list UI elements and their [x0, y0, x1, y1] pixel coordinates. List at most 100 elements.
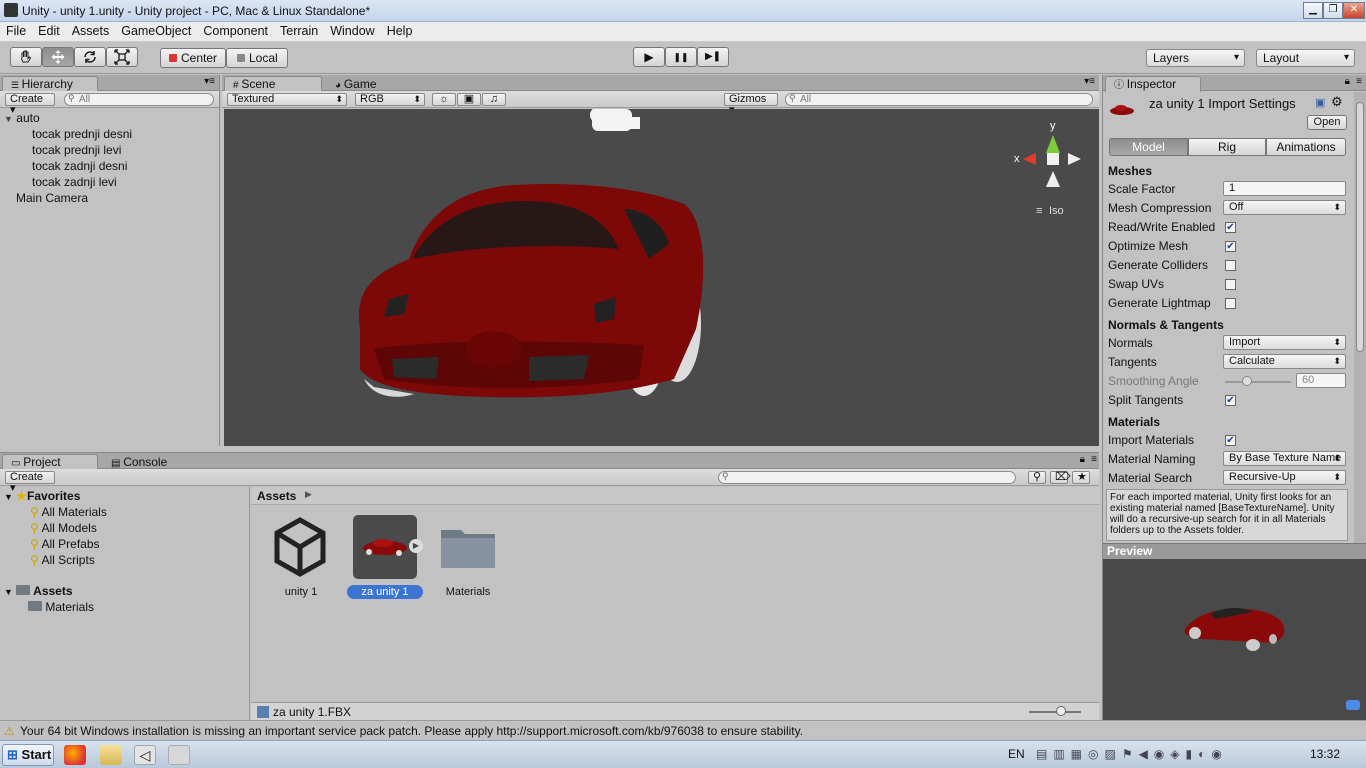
explorer-icon[interactable] [100, 745, 122, 765]
favorite-all-scripts[interactable]: ⚲ All Scripts [30, 553, 95, 567]
layers-dropdown[interactable]: Layers [1146, 49, 1245, 67]
scale-factor-field[interactable]: 1 [1223, 181, 1346, 196]
swap-uvs-checkbox[interactable] [1225, 279, 1236, 290]
generate-lightmap-checkbox[interactable] [1225, 298, 1236, 309]
expand-arrow-icon[interactable]: ▼ [4, 114, 13, 124]
favorite-all-materials[interactable]: ⚲ All Materials [30, 505, 107, 519]
filter-type-icon[interactable]: ⚲ [1028, 471, 1046, 484]
menu-help[interactable]: Help [381, 22, 419, 40]
split-tangents-checkbox[interactable]: ✔ [1225, 395, 1236, 406]
tab-model[interactable]: Model [1109, 138, 1188, 156]
lock-icon[interactable]: 🔒︎ [1345, 76, 1350, 87]
favorite-star-icon[interactable]: ★ [1072, 471, 1090, 484]
status-message[interactable]: Your 64 bit Windows installation is miss… [20, 721, 803, 741]
gear-icon[interactable]: ⚙ [1331, 94, 1343, 110]
inspector-scrollbar-thumb[interactable] [1356, 102, 1364, 352]
projection-label[interactable]: Iso [1049, 205, 1064, 217]
read-write-checkbox[interactable]: ✔ [1225, 222, 1236, 233]
draw-mode-dropdown[interactable]: Textured ⬍ [227, 93, 347, 106]
tab-project[interactable]: ▭ Project [2, 454, 98, 470]
system-tray-icons[interactable]: ▤▥▦◎▨⚑◀◉◈▮◐◉ [1036, 747, 1228, 761]
material-search-dropdown[interactable]: Recursive-Up [1223, 470, 1346, 485]
import-materials-checkbox[interactable]: ✔ [1225, 435, 1236, 446]
tree-item-main-camera[interactable]: Main Camera [16, 191, 88, 205]
scale-tool-icon[interactable] [106, 47, 138, 67]
tab-inspector[interactable]: ⓘ Inspector [1105, 76, 1201, 92]
tab-game[interactable]: ◕ Game [326, 76, 398, 91]
inspector-scrollbar[interactable] [1354, 92, 1366, 552]
expand-arrow-icon[interactable]: ▼ [4, 492, 13, 502]
tab-scene[interactable]: # Scene [224, 76, 322, 92]
icon-size-slider-thumb[interactable] [1056, 706, 1066, 716]
tree-item-wheel-rr[interactable]: tocak zadnji desni [32, 159, 127, 173]
tab-console[interactable]: ▤ Console [102, 454, 182, 469]
close-button[interactable]: ✕ [1343, 2, 1365, 19]
tree-item-wheel-fr[interactable]: tocak prednji desni [32, 127, 132, 141]
menu-window[interactable]: Window [324, 22, 380, 40]
optimize-mesh-checkbox[interactable]: ✔ [1225, 241, 1236, 252]
hand-tool-icon[interactable] [10, 47, 42, 67]
tab-hierarchy[interactable]: ☰ Hierarchy [2, 76, 98, 92]
menu-terrain[interactable]: Terrain [274, 22, 324, 40]
taskbar-clock[interactable]: 13:32 [1310, 747, 1340, 761]
filter-label-icon[interactable]: ⌦ [1050, 471, 1071, 484]
maximize-button[interactable]: ❐ [1323, 2, 1343, 19]
tab-animations[interactable]: Animations [1266, 138, 1346, 156]
panel-menu-icon[interactable]: ▾≡ [204, 76, 215, 87]
material-naming-dropdown[interactable]: By Base Texture Name [1223, 451, 1346, 466]
hierarchy-create-button[interactable]: Create ▾ [5, 93, 55, 116]
space-local-button[interactable]: Local [226, 48, 288, 68]
generate-colliders-checkbox[interactable] [1225, 260, 1236, 271]
project-create-button[interactable]: Create ▾ [5, 471, 55, 494]
assets-root-folder[interactable]: ▼ Assets [4, 584, 73, 598]
menu-component[interactable]: Component [197, 22, 274, 40]
pivot-center-button[interactable]: Center [160, 48, 226, 68]
expand-asset-icon[interactable]: ▶ [409, 539, 423, 553]
tangents-dropdown[interactable]: Calculate [1223, 354, 1346, 369]
mesh-compression-dropdown[interactable]: Off [1223, 200, 1346, 215]
tree-item-wheel-fl[interactable]: tocak prednji levi [32, 143, 121, 157]
normals-dropdown[interactable]: Import [1223, 335, 1346, 350]
asset-za-unity-model[interactable] [353, 515, 417, 579]
menu-edit[interactable]: Edit [32, 22, 66, 40]
pause-button[interactable]: ❚❚ [665, 47, 697, 67]
minimize-button[interactable]: ▁ [1303, 2, 1323, 19]
image-effects-icon[interactable]: ▣ [457, 93, 481, 106]
panel-menu-icon[interactable]: ≡ [1091, 454, 1097, 465]
audio-toggle-icon[interactable]: ♫ [482, 93, 506, 106]
menu-assets[interactable]: Assets [66, 22, 116, 40]
app-taskbar-icon[interactable] [168, 745, 190, 765]
tree-item-auto[interactable]: ▼ auto [4, 111, 40, 125]
orientation-gizmo-icon[interactable]: y x ≡ Iso [1014, 120, 1081, 217]
menu-gameobject[interactable]: GameObject [115, 22, 197, 40]
menu-file[interactable]: File [0, 22, 32, 40]
project-search-input[interactable] [718, 471, 1016, 484]
language-indicator[interactable]: EN [1008, 747, 1025, 761]
render-mode-dropdown[interactable]: RGB ⬍ [355, 93, 425, 106]
help-book-icon[interactable]: ▣ [1315, 96, 1325, 109]
scene-viewport[interactable]: y x ≡ Iso [224, 107, 1099, 446]
rotate-tool-icon[interactable] [74, 47, 106, 67]
breadcrumb-assets[interactable]: Assets [257, 489, 296, 503]
tree-item-wheel-rl[interactable]: tocak zadnji levi [32, 175, 117, 189]
scene-search-input[interactable]: All [785, 93, 1093, 106]
favorites-header[interactable]: ▼ ★Favorites [4, 489, 80, 503]
panel-menu-icon[interactable]: ▾≡ [1084, 76, 1095, 87]
lighting-toggle-icon[interactable]: ☼ [432, 93, 456, 106]
panel-menu-icon[interactable]: ≡ [1356, 76, 1362, 87]
lock-icon[interactable]: 🔒︎ [1080, 454, 1085, 465]
favorite-all-prefabs[interactable]: ⚲ All Prefabs [30, 537, 100, 551]
assets-materials-folder[interactable]: Materials [28, 600, 94, 614]
icon-size-slider[interactable] [1029, 711, 1081, 713]
model-preview[interactable] [1103, 559, 1366, 720]
step-button[interactable]: ▶❚ [697, 47, 729, 67]
gizmos-dropdown[interactable]: Gizmos ▾ [724, 93, 778, 116]
asset-unity-scene[interactable] [267, 514, 333, 580]
open-button[interactable]: Open [1307, 115, 1347, 130]
preview-chat-icon[interactable] [1346, 700, 1360, 710]
tab-rig[interactable]: Rig [1188, 138, 1266, 156]
firefox-icon[interactable] [64, 745, 86, 765]
layout-dropdown[interactable]: Layout [1256, 49, 1355, 67]
asset-materials-folder[interactable] [439, 524, 497, 570]
start-button[interactable]: ⊞ Start [2, 744, 54, 766]
